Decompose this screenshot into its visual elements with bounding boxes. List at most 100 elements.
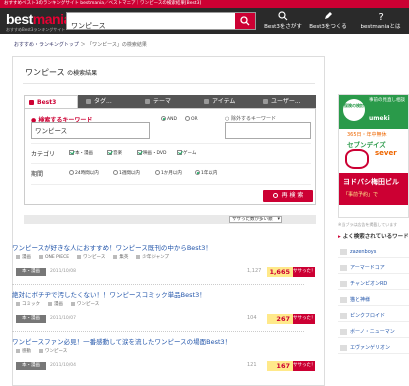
ad-heading: 事前の見直し相談 — [369, 98, 405, 103]
category-games[interactable]: ゲーム — [177, 150, 196, 156]
result-item: ワンピースが好きな人におすすめ！ワンピース既刊の中からBest3！ 漫画 ONE … — [12, 242, 316, 292]
sasatta-button[interactable]: ササった！ — [293, 361, 316, 371]
ad-insurance-badge: 保険の検討 — [343, 99, 365, 121]
research-button[interactable]: 再 検 索 — [263, 190, 313, 202]
tag-link[interactable]: ONE PIECE — [39, 255, 69, 260]
radio-1week-dot — [113, 170, 118, 175]
exclude-label: ○ 除外するキーワード — [225, 116, 276, 122]
radio-and[interactable]: AND — [161, 116, 177, 122]
breadcrumb-home[interactable]: おすすめ・ランキングトップ — [14, 42, 79, 48]
tab-tag[interactable]: タグ... — [82, 95, 137, 108]
result-tags: コミック 漫画 ワンピース — [16, 301, 107, 307]
result-tags: 感動 ワンピース — [16, 348, 75, 354]
sort-select[interactable]: ササった数が多い順 — [229, 216, 282, 223]
form-divider — [31, 143, 311, 144]
checkbox-music — [107, 150, 112, 155]
tag-link[interactable]: 感動 — [16, 349, 31, 354]
tab-user[interactable]: ユーザー... — [259, 95, 316, 108]
view-count: 121 — [247, 362, 257, 368]
tag-link[interactable]: 集英 — [113, 255, 128, 260]
popular-word[interactable]: チャンピオンRD — [338, 278, 409, 290]
ad-disclaimer: ※当ブラは広告を掲載しています — [338, 222, 398, 227]
tag-link[interactable]: 漫画 — [48, 302, 63, 307]
result-date: 2011/10/04 — [50, 363, 76, 368]
search-button[interactable] — [235, 13, 255, 29]
word-thumbnail-icon — [340, 313, 347, 319]
tag-link[interactable]: ワンピース — [77, 255, 105, 260]
category-label: カテゴリ — [31, 151, 56, 158]
result-title-link[interactable]: 絶対にボチヂで汚したくない！！ワンピースコミック単品Best3！ — [12, 289, 206, 299]
sasatta-count: 267 — [267, 314, 293, 324]
popular-word[interactable]: ピンクフロイド — [338, 310, 409, 322]
ad-promo: 「事前予約」で — [343, 192, 379, 198]
sidebar-ad-banner[interactable]: 保険の検討 事前の見直し相談 umeki 365日・年中無休 セブンデイズ se… — [338, 94, 409, 218]
search-input[interactable] — [67, 18, 235, 34]
result-title-link[interactable]: ワンピースファン必見！一番感動して涙を流したワンピースの場面Best3！ — [12, 336, 231, 346]
category-badge[interactable]: 本・漫画 — [16, 315, 46, 323]
category-badge[interactable]: 本・漫画 — [16, 268, 46, 276]
nav-find-best3[interactable]: Best3をさがす — [262, 8, 304, 34]
popular-word[interactable]: 猫と神様 — [338, 294, 409, 306]
ad-middle: 365日・年中無休 セブンデイズ sever — [339, 129, 408, 171]
category-movies[interactable]: 映画・DVD — [137, 150, 166, 156]
sasatta-count: 167 — [267, 361, 293, 371]
breadcrumb: おすすめ・ランキングトップ ＞ 「ワンピース」の検索結果 — [14, 41, 147, 48]
exclude-input[interactable] — [225, 122, 311, 139]
theme-icon — [145, 99, 150, 104]
ad-header: 保険の検討 事前の見直し相談 umeki — [339, 95, 408, 129]
result-item: 絶対にボチヂで汚したくない！！ワンピースコミック単品Best3！ コミック 漫画 ワ… — [12, 289, 316, 339]
period-1year[interactable]: 1年以内 — [195, 170, 217, 176]
tag-link[interactable]: 少年ジャンプ — [136, 255, 169, 260]
tag-link[interactable]: ワンピース — [71, 302, 99, 307]
result-divider — [12, 331, 304, 332]
nav-about[interactable]: ? bestmaniaとは — [352, 8, 409, 34]
sasatta-button[interactable]: ササった！ — [293, 267, 316, 277]
word-thumbnail-icon — [340, 249, 347, 255]
popular-word[interactable]: エヴァンゲリオン — [338, 342, 409, 354]
tag-link[interactable]: 漫画 — [16, 255, 31, 260]
radio-or[interactable]: OR — [185, 116, 198, 122]
period-1week[interactable]: 1週間以内 — [113, 170, 140, 176]
word-thumbnail-icon — [340, 265, 347, 271]
tag-icon — [86, 99, 91, 104]
sasatta-button[interactable]: ササった！ — [293, 314, 316, 324]
form-divider — [31, 184, 311, 185]
tag-link[interactable]: コミック — [16, 302, 40, 307]
search-icon — [240, 16, 250, 26]
ad-logo: umeki — [369, 115, 390, 122]
period-24h[interactable]: 24時間以内 — [69, 170, 99, 176]
tab-item[interactable]: アイテム — [200, 95, 255, 108]
result-date: 2011/10/08 — [50, 269, 76, 274]
user-icon — [263, 99, 268, 104]
popular-word[interactable]: アーマードコア — [338, 262, 409, 274]
search-icon — [278, 11, 288, 21]
site-logo[interactable]: bestmania — [6, 11, 71, 27]
radio-1year-dot — [195, 170, 200, 175]
popular-word[interactable]: zazenboys — [338, 246, 409, 258]
category-music[interactable]: 音楽 — [107, 150, 122, 156]
top-banner-strip: おすすめベスト3のランキングサイト bestmania／ベストマニア｜ワンピース… — [0, 0, 409, 8]
checkbox-books — [69, 150, 74, 155]
tag-link[interactable]: ワンピース — [39, 349, 67, 354]
category-books[interactable]: 本・漫画 — [69, 150, 93, 156]
radio-24h-dot — [69, 170, 74, 175]
result-date: 2011/10/07 — [50, 316, 76, 321]
nav-create-best3[interactable]: Best3をつくる — [306, 8, 350, 34]
result-tags: 漫画 ONE PIECE ワンピース 集英 少年ジャンプ — [16, 254, 177, 260]
period-label: 期間 — [31, 171, 44, 178]
result-title-link[interactable]: ワンピースが好きな人におすすめ！ワンピース既刊の中からBest3！ — [12, 242, 212, 252]
tab-theme[interactable]: テーマ — [141, 95, 196, 108]
breadcrumb-separator: ＞ — [80, 42, 86, 48]
keyword-input[interactable]: ワンピース — [31, 122, 150, 139]
title-divider — [23, 83, 315, 84]
category-badge[interactable]: 本・漫画 — [16, 362, 46, 370]
tab-best3[interactable]: Best3 — [24, 95, 78, 109]
checkbox-movies — [137, 150, 142, 155]
popular-words-heading: よく検索されているワード — [338, 232, 409, 242]
period-1month[interactable]: 1か月以内 — [155, 170, 182, 176]
popular-word[interactable]: ボーノ・ニューマン — [338, 326, 409, 338]
word-thumbnail-icon — [340, 329, 347, 335]
word-thumbnail-icon — [340, 297, 347, 303]
search-form: ● 検索するキーワード ワンピース AND OR ○ 除外するキーワード カテゴ… — [24, 108, 316, 205]
view-count: 104 — [247, 315, 257, 321]
